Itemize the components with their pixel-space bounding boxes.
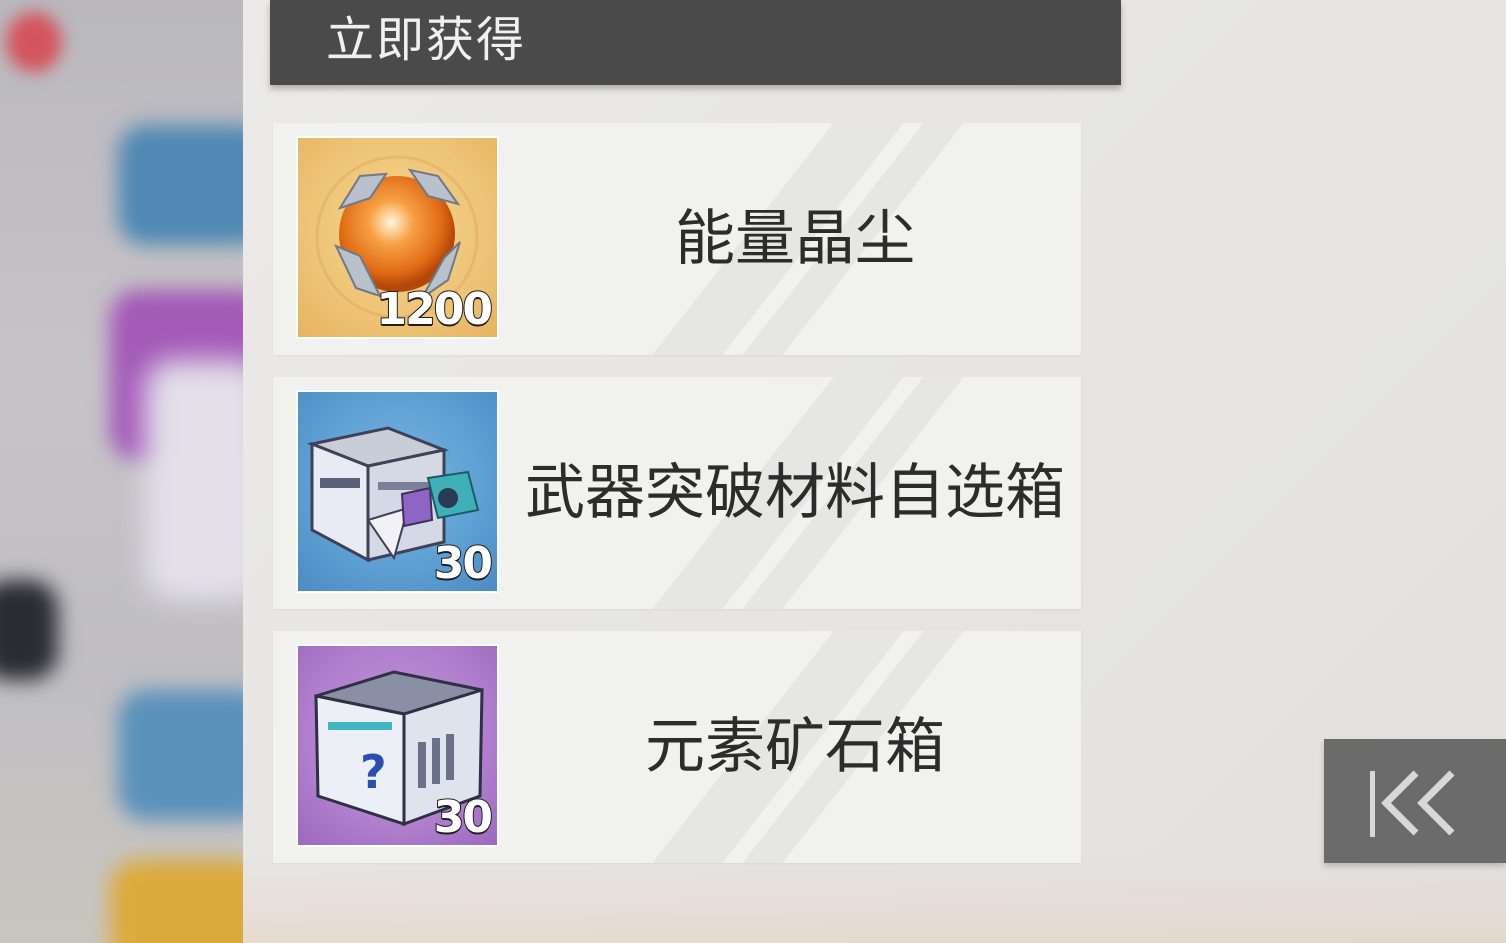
- background-blurred-menu: [0, 0, 243, 943]
- item-name: 能量晶尘: [675, 204, 915, 274]
- reward-list: 1200 能量晶尘 30 武器突破材料自选箱 ? 30 元素矿石箱: [273, 123, 1081, 885]
- item-quantity: 30: [433, 537, 494, 590]
- double-chevron-left-icon: [1370, 770, 1455, 837]
- svg-text:?: ?: [360, 745, 387, 799]
- item-quantity: 1200: [376, 283, 494, 336]
- blurred-badge: [6, 12, 62, 72]
- energy-crystal-dust-icon[interactable]: 1200: [296, 136, 499, 339]
- blurred-tile: [145, 360, 243, 600]
- item-quantity: 30: [433, 791, 494, 844]
- reward-row-weapon-box[interactable]: 30 武器突破材料自选箱: [273, 377, 1081, 609]
- reward-row-element-ore-box[interactable]: ? 30 元素矿石箱: [273, 631, 1081, 863]
- page-title: 立即获得: [326, 12, 527, 68]
- weapon-breakthrough-box-icon[interactable]: 30: [296, 390, 499, 593]
- rewards-header: 立即获得: [270, 0, 1121, 85]
- element-ore-box-icon[interactable]: ? 30: [296, 644, 499, 847]
- item-name: 武器突破材料自选箱: [525, 458, 1065, 528]
- blurred-tile: [118, 125, 243, 245]
- blurred-tile: [0, 580, 58, 680]
- blurred-tile: [118, 690, 243, 820]
- reward-row-energy-dust[interactable]: 1200 能量晶尘: [273, 123, 1081, 355]
- collapse-button[interactable]: [1324, 739, 1506, 863]
- blurred-tile: [110, 860, 243, 943]
- item-name: 元素矿石箱: [645, 712, 945, 782]
